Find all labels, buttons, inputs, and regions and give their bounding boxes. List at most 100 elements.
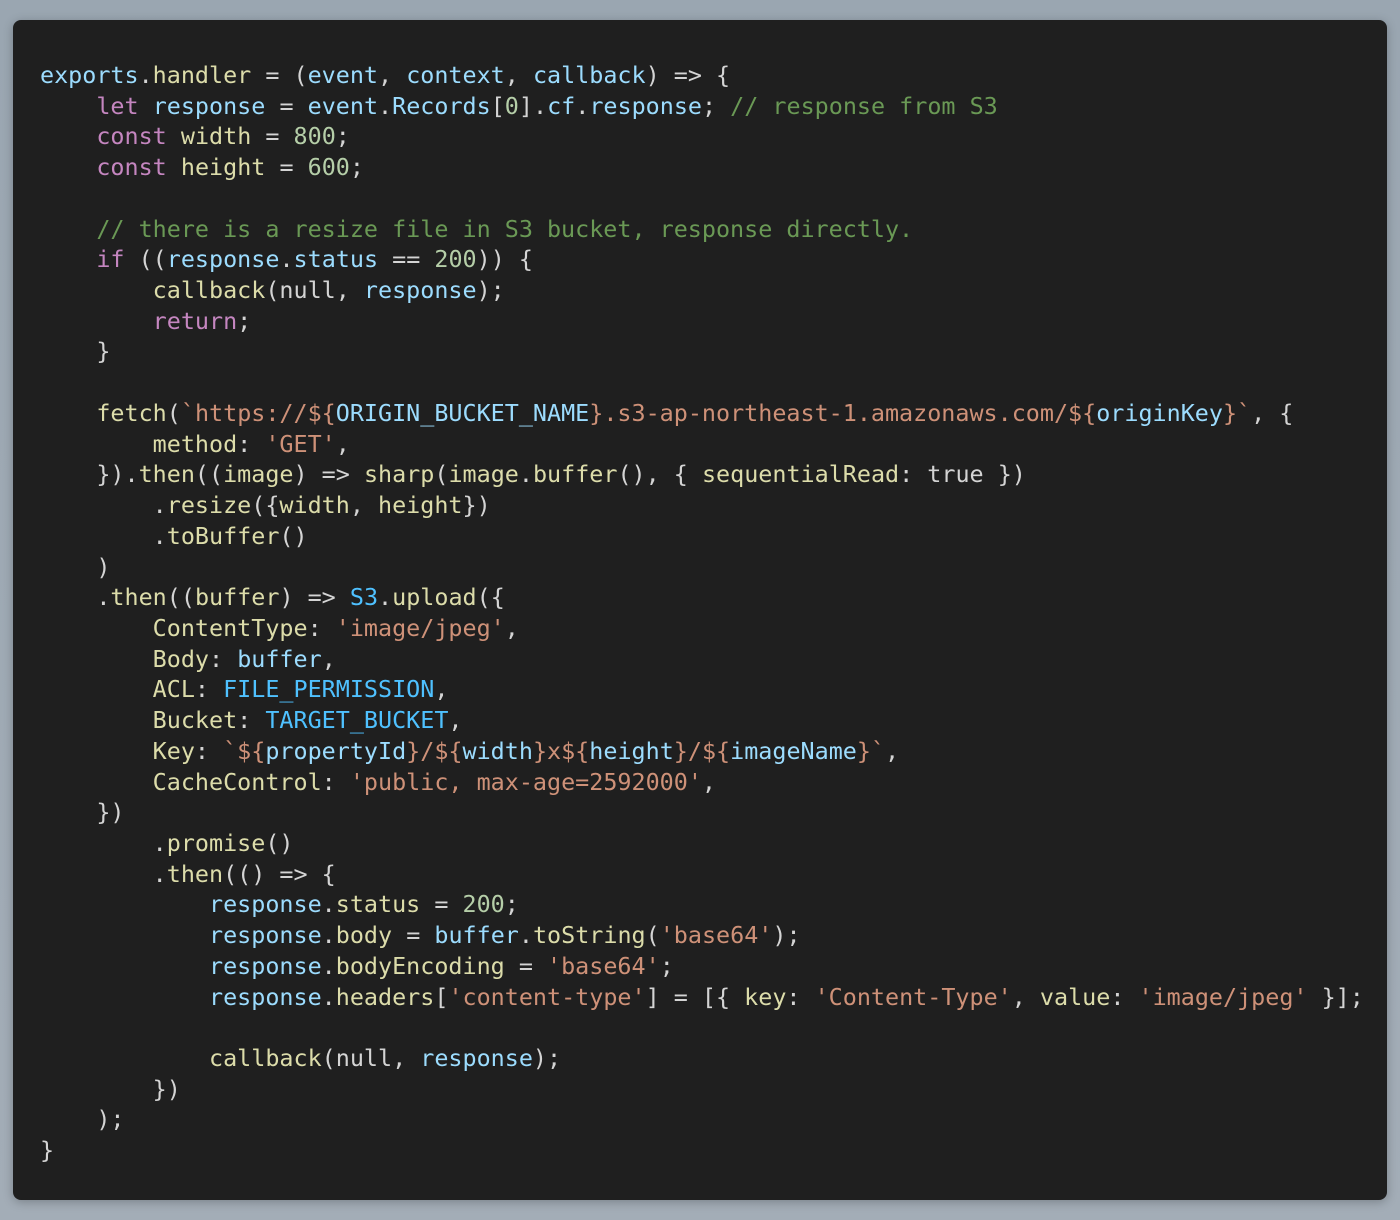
code-token: CacheControl	[152, 767, 322, 796]
code-token: FILE_PERMISSION	[223, 675, 435, 704]
code-token: ()	[265, 828, 294, 857]
code-line: CacheControl: 'public, max-age=2592000',	[40, 767, 1387, 798]
code-token: if	[96, 245, 125, 274]
code-token: ) =>	[293, 460, 364, 489]
code-token: headers	[335, 982, 435, 1011]
code-token: .	[321, 921, 336, 950]
code-token: 200	[462, 890, 505, 919]
code-token: image	[448, 460, 519, 489]
code-line: .toBuffer()	[40, 521, 1387, 552]
code-line: }	[40, 336, 1387, 367]
code-line: .then(() => {	[40, 859, 1387, 890]
code-token: image	[223, 460, 294, 489]
code-line: );	[40, 1104, 1387, 1135]
code-line: if ((response.status == 200)) {	[40, 244, 1387, 275]
code-line: }).then((image) => sharp(image.buffer(),…	[40, 459, 1387, 490]
code-line: // there is a resize file in S3 bucket, …	[40, 214, 1387, 245]
code-line: return;	[40, 306, 1387, 337]
code-token: `https://${	[180, 398, 336, 427]
code-token: );	[40, 1105, 125, 1134]
code-token: })	[462, 491, 491, 520]
code-line: })	[40, 1074, 1387, 1105]
code-token: then	[166, 859, 224, 888]
code-token: }`	[1222, 398, 1252, 427]
code-token: status	[335, 890, 421, 919]
code-token: [	[490, 91, 505, 120]
code-window: exports.handler = (event, context, callb…	[13, 20, 1387, 1200]
code-token: response	[209, 982, 322, 1011]
code-token: :	[209, 644, 238, 673]
code-token: ,	[885, 736, 900, 765]
code-token: .	[279, 245, 294, 274]
code-token: }).	[40, 460, 139, 489]
code-line: ContentType: 'image/jpeg',	[40, 613, 1387, 644]
code-token: ({	[251, 491, 280, 520]
code-token: callback	[152, 276, 266, 305]
code-line: fetch(`https://${ORIGIN_BUCKET_NAME}.s3-…	[40, 398, 1387, 429]
code-token: ].	[518, 91, 548, 120]
code-token: (), {	[617, 460, 702, 489]
code-token: toString	[532, 921, 646, 950]
code-token: height	[378, 491, 463, 520]
code-token: }/${	[673, 736, 731, 765]
code-token: .	[40, 828, 167, 857]
code-token: event	[307, 91, 379, 120]
code-token: sequentialRead	[701, 460, 900, 489]
code-token: .	[518, 460, 533, 489]
code-token: ;	[702, 91, 731, 120]
code-token: .	[575, 91, 590, 120]
code-token: S3	[349, 583, 379, 612]
code-token: key	[744, 982, 787, 1011]
code-token: originKey	[1096, 398, 1223, 427]
code-token: ORIGIN_BUCKET_NAME	[335, 398, 590, 427]
code-token: `${	[223, 736, 266, 765]
code-token: :	[237, 706, 266, 735]
code-token: cf	[547, 91, 576, 120]
code-token: .	[378, 91, 393, 120]
code-token: (null,	[265, 276, 364, 305]
code-token: );	[772, 921, 801, 950]
code-token: ==	[378, 245, 435, 274]
code-line: })	[40, 797, 1387, 828]
code-token: ;	[335, 122, 350, 151]
code-token: .	[40, 583, 111, 612]
code-token: :	[321, 767, 350, 796]
code-line: response.bodyEncoding = 'base64';	[40, 951, 1387, 982]
code-token: }`	[856, 736, 886, 765]
code-token: }	[40, 337, 111, 366]
code-token: then	[110, 583, 167, 612]
code-token: ,	[504, 613, 519, 642]
code-line: callback(null, response);	[40, 1043, 1387, 1074]
code-token: );	[476, 276, 505, 305]
code-token: }];	[1307, 982, 1364, 1011]
code-token: .	[378, 583, 393, 612]
code-token: (	[434, 460, 449, 489]
code-token: then	[138, 460, 195, 489]
code-token: }/${	[406, 736, 463, 765]
code-token: =	[265, 153, 308, 182]
code-token: (	[645, 921, 660, 950]
code-token: .	[40, 521, 167, 550]
code-line: const width = 800;	[40, 121, 1387, 152]
code-line: response.status = 200;	[40, 889, 1387, 920]
code-line: )	[40, 552, 1387, 583]
code-line: callback(null, response);	[40, 275, 1387, 306]
code-token: .	[321, 890, 336, 919]
code-token: :	[1110, 982, 1139, 1011]
code-block[interactable]: exports.handler = (event, context, callb…	[40, 60, 1387, 1166]
code-token: response	[589, 91, 702, 120]
code-token: 600	[307, 153, 350, 182]
code-token: height	[180, 153, 266, 182]
code-token: width	[279, 491, 350, 520]
